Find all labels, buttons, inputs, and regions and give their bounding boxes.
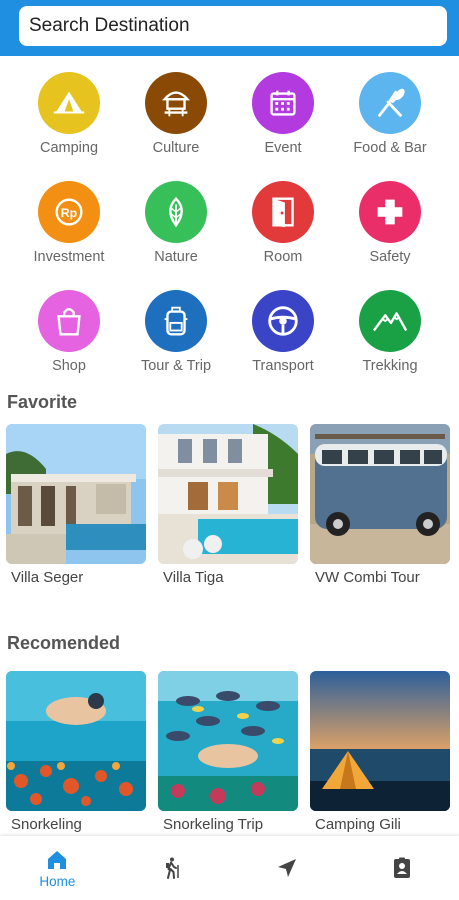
nav-profile[interactable] [344,836,459,900]
category-event[interactable]: Event [230,72,337,167]
card-label: VW Combi Tour [315,569,420,586]
door-icon [252,181,314,243]
shopping-bag-icon [38,290,100,352]
category-label: Tour & Trip [140,358,212,374]
utensils-icon [359,72,421,134]
camping-gili-photo [310,671,450,811]
category-room[interactable]: Room [230,181,337,276]
category-safety[interactable]: Safety [337,181,444,276]
favorite-list: Villa Seger Villa Tiga VW Combi Tour [6,424,450,586]
nav-navigation[interactable] [230,836,345,900]
tent-icon [38,72,100,134]
steering-wheel-icon [252,290,314,352]
villa-seger-photo [6,424,146,564]
search-box[interactable] [19,6,447,46]
category-nature[interactable]: Nature [123,181,230,276]
cross-icon [359,181,421,243]
category-tour-trip[interactable]: Tour & Trip [123,290,230,385]
category-label: Trekking [362,358,418,374]
nav-home-label: Home [39,873,76,889]
calendar-icon [252,72,314,134]
rupiah-icon: Rp [38,181,100,243]
vw-combi-photo [310,424,450,564]
card-label: Snorkeling [11,816,82,833]
category-trekking[interactable]: Trekking [337,290,444,385]
hut-icon [145,72,207,134]
villa-tiga-photo [158,424,298,564]
favorite-card-villa-tiga[interactable]: Villa Tiga [158,424,298,586]
favorite-card-vw-combi-tour[interactable]: VW Combi Tour [310,424,450,586]
recommended-card-snorkeling[interactable]: Snorkeling [6,671,146,833]
category-shop[interactable]: Shop [16,290,123,385]
category-label: Transport [252,358,314,374]
app-header [0,0,459,56]
card-label: Camping Gili [315,816,401,833]
category-label: Room [263,249,303,265]
recommended-list: Snorkeling Snorkeling Trip Camping Gili [6,671,450,833]
snorkeling-photo [6,671,146,811]
category-label: Culture [152,140,200,156]
category-label: Camping [39,140,99,156]
category-food-bar[interactable]: Food & Bar [337,72,444,167]
snorkeling-trip-photo [158,671,298,811]
category-label: Event [264,140,302,156]
contact-card-icon [393,857,410,878]
recommended-card-camping-gili[interactable]: Camping Gili [310,671,450,833]
nav-hiking[interactable] [115,836,230,900]
search-input[interactable] [29,15,447,37]
bottom-navigation: Home [0,836,459,900]
card-label: Snorkeling Trip [163,816,264,833]
favorite-section-title: Favorite [7,392,78,412]
mountain-icon [359,290,421,352]
category-grid: Camping Culture Event Food & Bar Rp Inve… [0,72,459,385]
svg-text:Rp: Rp [61,206,78,220]
category-label: Safety [369,249,411,265]
category-label: Nature [154,249,198,265]
category-label: Investment [33,249,105,265]
category-culture[interactable]: Culture [123,72,230,167]
category-transport[interactable]: Transport [230,290,337,385]
home-icon [48,850,67,869]
leaf-icon [145,181,207,243]
card-label: Villa Tiga [163,569,224,586]
navigation-arrow-icon [277,859,296,877]
category-label: Food & Bar [353,140,427,156]
recommended-section-title: Recomended [7,633,121,653]
category-camping[interactable]: Camping [16,72,123,167]
hiker-icon [166,857,179,879]
backpack-icon [145,290,207,352]
category-investment[interactable]: Rp Investment [16,181,123,276]
nav-home[interactable]: Home [0,836,115,900]
category-label: Shop [52,358,86,374]
card-label: Villa Seger [11,569,84,586]
recommended-card-snorkeling-trip[interactable]: Snorkeling Trip [158,671,298,833]
favorite-card-villa-seger[interactable]: Villa Seger [6,424,146,586]
